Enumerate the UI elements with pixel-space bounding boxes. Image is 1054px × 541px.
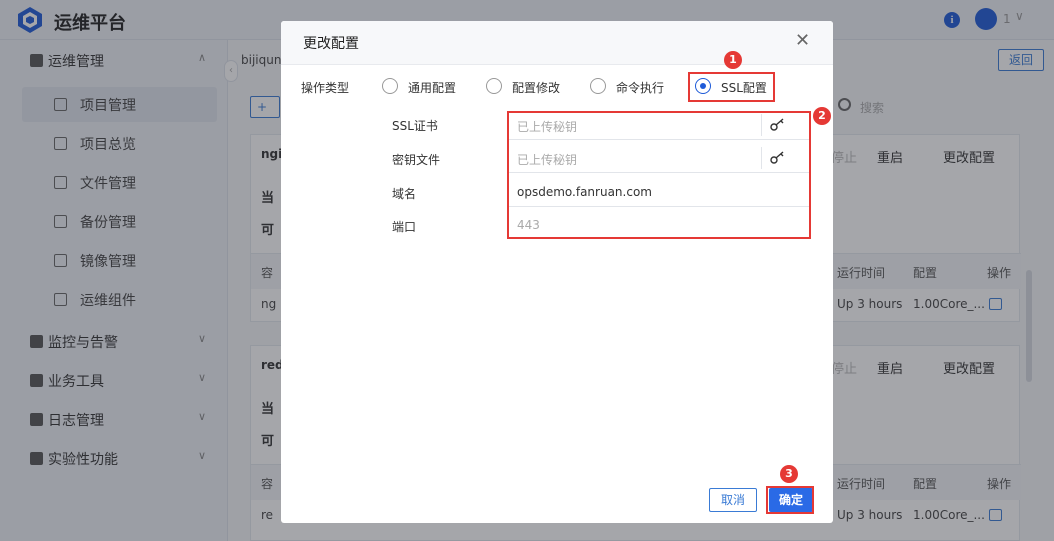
radio-circle (382, 78, 398, 94)
annotation-badge: 3 (780, 465, 798, 483)
field-label-port: 端口 (392, 220, 417, 234)
close-icon[interactable]: ✕ (795, 30, 810, 52)
cancel-button[interactable]: 取消 (709, 488, 757, 512)
annotation-box-confirm (766, 486, 814, 514)
radio-label: 通用配置 (408, 81, 457, 95)
annotation-box-ssl (688, 72, 775, 102)
dialog-header: 更改配置 ✕ (281, 21, 833, 65)
field-label-domain: 域名 (392, 187, 417, 201)
radio-label: 配置修改 (512, 81, 561, 95)
radio-circle (486, 78, 502, 94)
annotation-box-fields (507, 111, 811, 239)
annotation-badge: 1 (724, 51, 742, 69)
radio-label: 命令执行 (616, 81, 665, 95)
operation-type-label: 操作类型 (301, 81, 350, 95)
field-label-ssl-cert: SSL证书 (392, 119, 438, 133)
dialog-title: 更改配置 (303, 36, 359, 52)
radio-circle (590, 78, 606, 94)
annotation-badge: 2 (813, 107, 831, 125)
change-config-dialog: 更改配置 ✕ 操作类型 通用配置 配置修改 命令执行 SSL配置 1 SSL证书… (281, 21, 833, 523)
field-label-key-file: 密钥文件 (392, 153, 441, 167)
